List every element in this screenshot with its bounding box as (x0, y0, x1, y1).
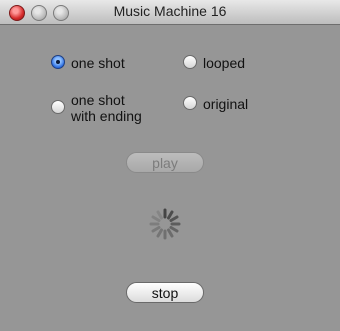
radio-label: one shot (71, 55, 125, 71)
radio-label: one shot with ending (71, 92, 142, 124)
radio-icon[interactable] (51, 100, 65, 114)
radio-icon[interactable] (183, 55, 197, 69)
radio-label: looped (203, 55, 246, 71)
radio-one-shot-with-ending[interactable]: one shot with ending (51, 92, 142, 124)
window-title: Music Machine 16 (113, 3, 227, 19)
radio-original[interactable]: original (183, 96, 248, 112)
radio-icon[interactable] (183, 96, 197, 110)
radio-one-shot[interactable]: one shot (51, 55, 125, 71)
app-window: Music Machine 16 one shot looped one sho… (0, 0, 340, 331)
stop-button[interactable]: stop (126, 282, 204, 303)
radio-label: original (203, 96, 249, 112)
title-bar: Music Machine 16 (0, 0, 340, 25)
radio-selected-icon[interactable] (51, 55, 65, 69)
spinner-icon (149, 208, 181, 240)
radio-looped[interactable]: looped (183, 55, 245, 71)
play-button[interactable]: play (126, 152, 204, 173)
